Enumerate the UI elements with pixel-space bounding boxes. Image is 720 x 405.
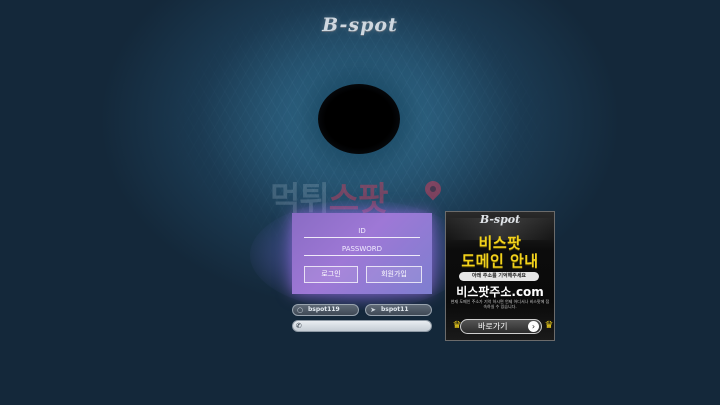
password-field-wrapper: [304, 243, 420, 256]
banner-domain: 비스팟주소.com: [456, 285, 544, 299]
banner-logo: B-spot: [479, 213, 521, 226]
contact-telegram-pill[interactable]: ➤ bspot11: [365, 304, 432, 316]
contact-kakao-label: bspot119: [308, 306, 340, 313]
id-field-wrapper: [304, 225, 420, 238]
password-input[interactable]: [304, 243, 420, 255]
go-button[interactable]: 바로가기 ›: [460, 319, 542, 334]
chat-icon: ○: [296, 306, 304, 314]
login-form: 로그인 회원가입: [292, 213, 432, 294]
site-logo[interactable]: B-spot: [300, 14, 420, 36]
chevron-right-icon: ›: [528, 321, 539, 332]
phone-input[interactable]: [306, 321, 426, 331]
contact-kakao-pill[interactable]: ○ bspot119: [292, 304, 359, 316]
bell-right-icon: ♛: [544, 320, 554, 331]
login-button[interactable]: 로그인: [304, 266, 358, 283]
banner-description: 현재 도메인 주소가 기억 하시면 언제 어디서나 비스팟에 접속하실 수 있습…: [450, 299, 550, 309]
banner-notice: 아래 주소를 기억해주세요: [459, 272, 539, 281]
phone-icon: ✆: [296, 322, 302, 330]
telegram-icon: ➤: [370, 306, 376, 314]
phone-input-bar: ✆: [292, 320, 432, 332]
go-button-label: 바로가기: [478, 322, 508, 331]
id-input[interactable]: [304, 225, 420, 237]
signup-button[interactable]: 회원가입: [366, 266, 422, 283]
banner-title-line2: 도메인 안내: [461, 252, 539, 270]
black-hole-graphic: [318, 84, 400, 154]
contact-telegram-label: bspot11: [381, 306, 409, 313]
